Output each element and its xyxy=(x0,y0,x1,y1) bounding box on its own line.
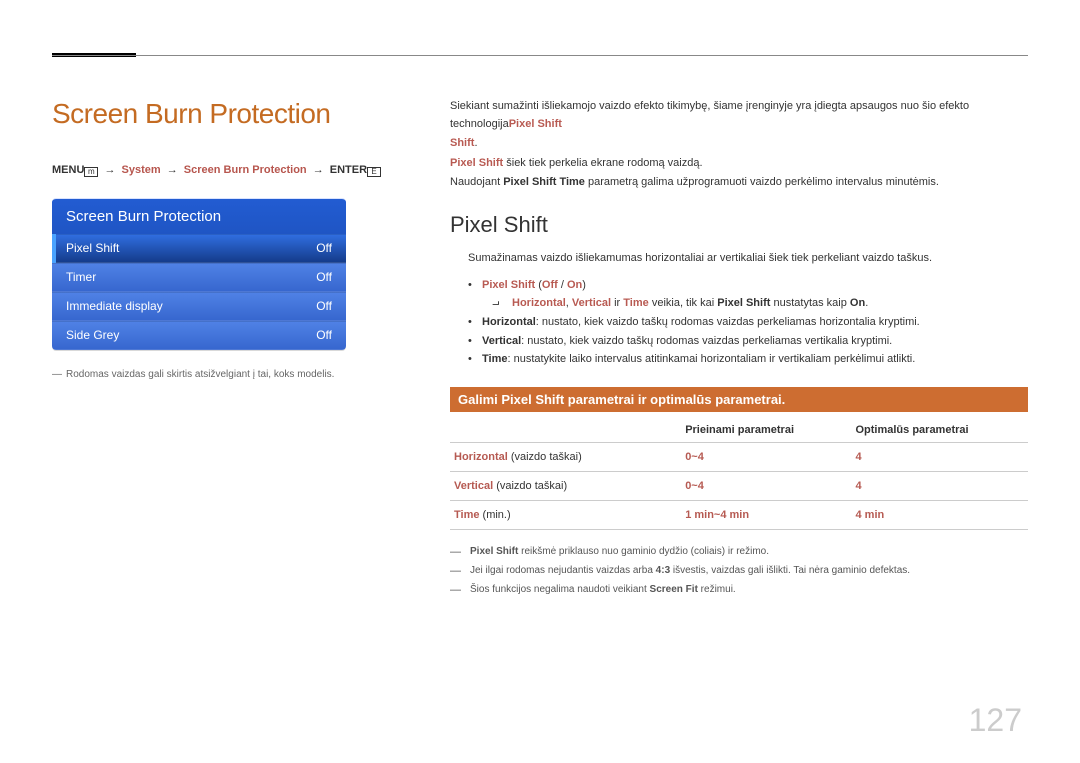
bullet-time: Time: nustatykite laiko intervalus atiti… xyxy=(468,350,1028,369)
footnote-3: Šios funkcijos negalima naudoti veikiant… xyxy=(450,580,1028,599)
table-row: Horizontal (vaizdo taškai) 0~4 4 xyxy=(450,443,1028,472)
pixel-shift-heading: Pixel Shift xyxy=(450,212,1028,238)
footnote-1: Pixel Shift reikšmė priklauso nuo gamini… xyxy=(450,542,1028,561)
table-row: Vertical (vaizdo taškai) 0~4 4 xyxy=(450,472,1028,501)
th-available: Prieinami parametrai xyxy=(681,418,851,443)
left-column: Screen Burn Protection MENUm → System → … xyxy=(52,98,412,382)
panel-row-timer[interactable]: Timer Off xyxy=(52,263,346,292)
arrow-icon: → xyxy=(104,164,115,176)
enter-icon: E xyxy=(367,167,381,177)
table-row: Time (min.) 1 min~4 min 4 min xyxy=(450,501,1028,530)
row-label: Side Grey xyxy=(66,328,119,342)
left-footnote: ―Rodomas vaizdas gali skirtis atsižvelgi… xyxy=(52,368,412,382)
row-value: Off xyxy=(316,299,332,313)
panel-row-side-grey[interactable]: Side Grey Off xyxy=(52,321,346,350)
footnote-2: Jei ilgai rodomas nejudantis vaizdas arb… xyxy=(450,561,1028,580)
sub-note: Horizontal, Vertical ir Time veikia, tik… xyxy=(492,294,1028,313)
row-label: Immediate display xyxy=(66,299,163,313)
params-table: Prieinami parametrai Optimalūs parametra… xyxy=(450,418,1028,530)
row-label: Pixel Shift xyxy=(66,241,119,255)
footnote-text: Rodomas vaizdas gali skirtis atsižvelgia… xyxy=(66,369,334,380)
row-value: Off xyxy=(316,241,332,255)
intro-p1-end: Shift. xyxy=(450,135,1028,153)
breadcrumb-system: System xyxy=(122,164,161,176)
arrow-icon: → xyxy=(167,164,178,176)
row-value: Off xyxy=(316,270,332,284)
bottom-footnotes: Pixel Shift reikšmė priklauso nuo gamini… xyxy=(450,542,1028,599)
bullet-pixel-shift: Pixel Shift (Off / On) xyxy=(468,276,1028,295)
row-value: Off xyxy=(316,328,332,342)
intro-p1: Siekiant sumažinti išliekamojo vaizdo ef… xyxy=(450,98,1028,133)
pixel-shift-desc: Sumažinamas vaizdo išliekamumas horizont… xyxy=(468,250,1028,268)
panel-row-immediate[interactable]: Immediate display Off xyxy=(52,292,346,321)
orange-subheading: Galimi Pixel Shift parametrai ir optimal… xyxy=(450,387,1028,412)
intro-p3: Naudojant Pixel Shift Time parametrą gal… xyxy=(450,174,1028,192)
right-column: Siekiant sumažinti išliekamojo vaizdo ef… xyxy=(450,98,1028,599)
breadcrumb-menu: MENU xyxy=(52,164,84,176)
panel-row-pixel-shift[interactable]: Pixel Shift Off xyxy=(52,234,346,263)
th-optimal: Optimalūs parametrai xyxy=(851,418,1028,443)
page-number: 127 xyxy=(969,702,1022,739)
breadcrumb-enter: ENTER xyxy=(330,164,367,176)
menu-icon: m xyxy=(84,167,98,177)
breadcrumb-sbp: Screen Burn Protection xyxy=(184,164,307,176)
arrow-icon: → xyxy=(313,164,324,176)
bullet-horizontal: Horizontal: nustato, kiek vaizdo taškų r… xyxy=(468,313,1028,332)
panel-title: Screen Burn Protection xyxy=(52,199,346,234)
bullet-vertical: Vertical: nustato, kiek vaizdo taškų rod… xyxy=(468,332,1028,351)
top-rule xyxy=(52,55,1028,56)
settings-panel: Screen Burn Protection Pixel Shift Off T… xyxy=(52,198,346,350)
row-label: Timer xyxy=(66,270,96,284)
breadcrumb: MENUm → System → Screen Burn Protection … xyxy=(52,162,412,180)
page-title: Screen Burn Protection xyxy=(52,98,412,130)
intro-p2: Pixel Shift šiek tiek perkelia ekrane ro… xyxy=(450,155,1028,173)
